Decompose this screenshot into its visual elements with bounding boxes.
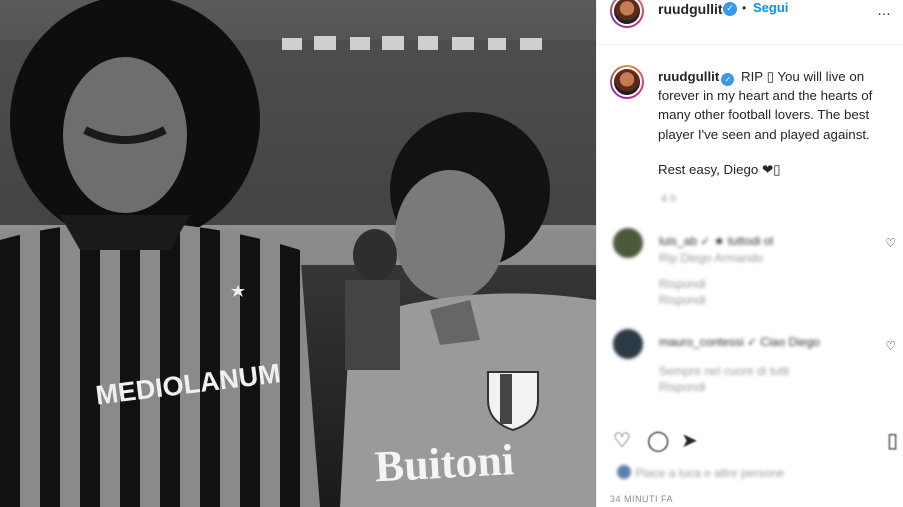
post-actions: ♡ ◯ ➤ ▯ bbox=[613, 428, 898, 452]
caption-avatar[interactable] bbox=[610, 65, 644, 99]
comment-text: Rip Diego Armando bbox=[659, 251, 764, 265]
author-username[interactable]: ruudgullit bbox=[658, 1, 723, 17]
comment-like-heart-icon[interactable]: ♡ bbox=[885, 339, 896, 353]
likes-summary[interactable]: Piace a luca e altre persone bbox=[617, 464, 897, 482]
verified-badge-icon: ✓ bbox=[723, 2, 737, 16]
comment-text-2: Rispondi bbox=[659, 277, 706, 291]
post-photo[interactable]: MEDIOLANUM Buitoni bbox=[0, 0, 596, 507]
caption-text-2: Rest easy, Diego ❤▯ bbox=[658, 161, 781, 177]
author-avatar[interactable] bbox=[610, 0, 644, 28]
caption-username[interactable]: ruudgullit bbox=[658, 69, 719, 84]
comment-text: Sempre nel cuore di tutti bbox=[659, 364, 790, 378]
comment-item: mauro_contessi ✓ Ciao Diego Sempre nel c… bbox=[613, 329, 898, 394]
post-side-panel: ruudgullit ✓ • Segui … ruudgullit ✓ RIP ▯… bbox=[596, 0, 903, 507]
photo-shirt-right-text: Buitoni bbox=[373, 435, 515, 491]
comment-like-heart-icon[interactable]: ♡ bbox=[885, 236, 896, 250]
follow-button[interactable]: Segui bbox=[753, 0, 788, 15]
comment-icon[interactable]: ◯ bbox=[647, 428, 669, 453]
comment-user[interactable]: luis_ab ✓ ★ tuttodi ol bbox=[659, 233, 773, 249]
comment-user[interactable]: mauro_contessi ✓ Ciao Diego bbox=[659, 334, 820, 350]
comment-reply-link[interactable]: Rispondi bbox=[659, 292, 706, 308]
post-caption: ruudgullit ✓ RIP ▯ You will live on forev… bbox=[658, 67, 898, 179]
bookmark-icon[interactable]: ▯ bbox=[887, 428, 898, 453]
caption-verified-icon: ✓ bbox=[721, 73, 735, 86]
caption-time: 4 h bbox=[661, 193, 677, 205]
more-options-icon[interactable]: … bbox=[877, 2, 892, 18]
liker-avatar bbox=[617, 465, 631, 479]
comment-item: luis_ab ✓ ★ tuttodi ol Rip Diego Armando… bbox=[613, 228, 898, 307]
commenter-avatar[interactable] bbox=[613, 329, 643, 359]
photo-illustration: MEDIOLANUM Buitoni bbox=[0, 0, 596, 507]
share-icon[interactable]: ➤ bbox=[681, 428, 698, 453]
like-heart-icon[interactable]: ♡ bbox=[613, 428, 631, 453]
post-header: ruudgullit ✓ • Segui … bbox=[597, 0, 903, 45]
header-separator: • bbox=[742, 1, 747, 15]
post-timestamp: 34 MINUTI FA bbox=[610, 494, 674, 504]
likes-text: Piace a luca e altre persone bbox=[635, 466, 785, 480]
commenter-avatar[interactable] bbox=[613, 228, 643, 258]
comment-reply-link[interactable]: Rispondi bbox=[659, 379, 706, 395]
